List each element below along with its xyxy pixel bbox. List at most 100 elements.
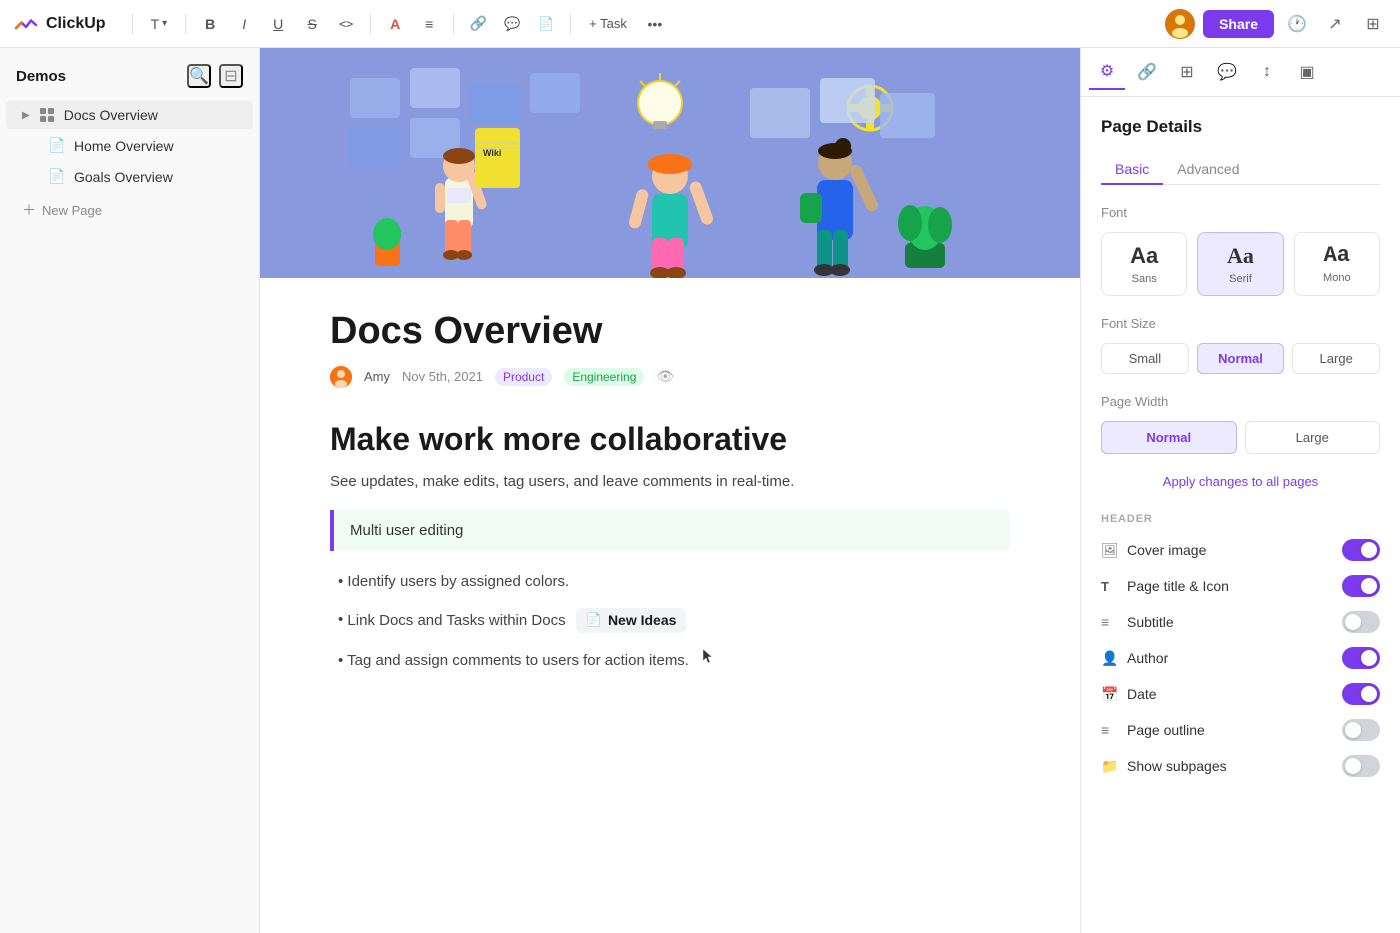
width-large[interactable]: Large xyxy=(1245,421,1381,454)
font-size-options: Small Normal Large xyxy=(1101,343,1380,374)
tab-advanced[interactable]: Advanced xyxy=(1163,155,1253,185)
author-toggle[interactable] xyxy=(1342,647,1380,669)
doc-heading: Make work more collaborative xyxy=(330,420,1010,458)
font-size-label: Font Size xyxy=(1101,316,1380,331)
inline-doc-ref[interactable]: 📄 New Ideas xyxy=(576,608,687,633)
sidebar-item-label-goals-overview: Goals Overview xyxy=(74,169,237,185)
toolbar-right: Share 🕐 ↗ ⊞ xyxy=(1165,9,1388,39)
sidebar: Demos 🔍 ⊟ ▶ Docs Overview 📄 H xyxy=(0,48,260,933)
panel-icon-tabs: ⚙ 🔗 ⊞ 💬 ↕ ▣ xyxy=(1081,48,1400,97)
show-subpages-toggle[interactable] xyxy=(1342,755,1380,777)
align-button[interactable]: ≡ xyxy=(415,10,443,38)
toggle-show-subpages: 📁 Show subpages xyxy=(1101,755,1380,777)
sidebar-collapse-button[interactable]: ⊟ xyxy=(219,64,243,88)
header-section-label: HEADER xyxy=(1101,513,1380,525)
font-mono-aa: Aa xyxy=(1324,243,1350,268)
bullet-item-1: Identify users by assigned colors. xyxy=(330,571,1010,594)
toolbar-divider-2 xyxy=(185,14,186,34)
size-small[interactable]: Small xyxy=(1101,343,1189,374)
history-button[interactable]: 🕐 xyxy=(1282,9,1312,39)
show-subpages-label: Show subpages xyxy=(1127,758,1227,774)
toolbar-divider-4 xyxy=(453,14,454,34)
tag-product[interactable]: Product xyxy=(495,368,552,386)
page-title-label: Page title & Icon xyxy=(1127,578,1229,594)
avatar-image xyxy=(1165,9,1195,39)
strikethrough-button[interactable]: S xyxy=(298,10,326,38)
font-sans-label: Sans xyxy=(1132,273,1157,285)
doc-link-button[interactable]: 📄 xyxy=(532,10,560,38)
docs-overview-icon xyxy=(38,107,56,123)
blockquote: Multi user editing xyxy=(330,510,1010,551)
bold-button[interactable]: B xyxy=(196,10,224,38)
main-area: Demos 🔍 ⊟ ▶ Docs Overview 📄 H xyxy=(0,48,1400,933)
font-sans-aa: Aa xyxy=(1130,243,1158,269)
sidebar-item-label-docs-overview: Docs Overview xyxy=(64,107,237,123)
font-mono-label: Mono xyxy=(1323,272,1351,284)
add-task-button[interactable]: + Task xyxy=(581,10,635,38)
toolbar-divider-5 xyxy=(570,14,571,34)
svg-text:Wiki: Wiki xyxy=(483,148,501,158)
layout-button[interactable]: ⊞ xyxy=(1358,9,1388,39)
doc-ref-icon: 📄 xyxy=(586,610,602,630)
plus-icon: ＋ xyxy=(22,200,36,220)
panel-grid-tab[interactable]: ⊞ xyxy=(1169,54,1205,90)
panel-comment-tab[interactable]: 💬 xyxy=(1209,54,1245,90)
toggle-subtitle: ≡ Subtitle xyxy=(1101,611,1380,633)
toggle-cover-image: 🖼 Cover image xyxy=(1101,539,1380,561)
apply-all-pages-link[interactable]: Apply changes to all pages xyxy=(1101,474,1380,489)
date-toggle[interactable] xyxy=(1342,683,1380,705)
page-outline-toggle[interactable] xyxy=(1342,719,1380,741)
subtitle-toggle[interactable] xyxy=(1342,611,1380,633)
chevron-icon: ▶ xyxy=(22,110,30,121)
cover-image-toggle[interactable] xyxy=(1342,539,1380,561)
italic-button[interactable]: I xyxy=(230,10,258,38)
more-button[interactable]: ••• xyxy=(641,10,669,38)
sidebar-item-docs-overview[interactable]: ▶ Docs Overview xyxy=(6,101,253,129)
panel-title: Page Details xyxy=(1101,117,1380,137)
author-avatar xyxy=(330,366,352,388)
font-serif-aa: Aa xyxy=(1227,243,1254,269)
clickup-logo-icon xyxy=(12,10,40,38)
share-button[interactable]: Share xyxy=(1203,10,1274,38)
font-serif[interactable]: Aa Serif xyxy=(1197,232,1283,296)
cover-image: Wiki xyxy=(260,48,1080,278)
sidebar-search-button[interactable]: 🔍 xyxy=(187,64,211,88)
sidebar-item-label-home-overview: Home Overview xyxy=(74,138,237,154)
add-new-page-button[interactable]: ＋ New Page xyxy=(6,194,253,226)
cursor-icon xyxy=(701,647,715,665)
font-serif-label: Serif xyxy=(1229,273,1252,285)
font-mono[interactable]: Aa Mono xyxy=(1294,232,1380,296)
underline-button[interactable]: U xyxy=(264,10,292,38)
sidebar-item-goals-overview[interactable]: 📄 Goals Overview xyxy=(6,162,253,191)
panel-sort-tab[interactable]: ↕ xyxy=(1249,54,1285,90)
panel-layout-tab[interactable]: ▣ xyxy=(1289,54,1325,90)
sidebar-header-icons: 🔍 ⊟ xyxy=(187,64,243,88)
panel-tabs: Basic Advanced xyxy=(1101,155,1380,185)
page-width-options: Normal Large xyxy=(1101,421,1380,454)
panel-link-tab[interactable]: 🔗 xyxy=(1129,54,1165,90)
font-sans[interactable]: Aa Sans xyxy=(1101,232,1187,296)
color-button[interactable]: A xyxy=(381,10,409,38)
toggle-date: 📅 Date xyxy=(1101,683,1380,705)
inline-doc-ref-label: New Ideas xyxy=(608,610,676,631)
size-large[interactable]: Large xyxy=(1292,343,1380,374)
cover-illustration: Wiki xyxy=(260,48,1080,278)
sidebar-header: Demos 🔍 ⊟ xyxy=(0,60,259,100)
tag-engineering[interactable]: Engineering xyxy=(564,368,644,386)
right-panel: ⚙ 🔗 ⊞ 💬 ↕ ▣ Page Details Basic Advanced … xyxy=(1080,48,1400,933)
panel-settings-tab[interactable]: ⚙ xyxy=(1089,54,1125,90)
width-normal[interactable]: Normal xyxy=(1101,421,1237,454)
tab-basic[interactable]: Basic xyxy=(1101,155,1163,185)
size-normal[interactable]: Normal xyxy=(1197,343,1285,374)
page-title-toggle[interactable] xyxy=(1342,575,1380,597)
text-format-dropdown[interactable]: T ▾ xyxy=(143,10,176,38)
export-button[interactable]: ↗ xyxy=(1320,9,1350,39)
doc-title: Docs Overview xyxy=(330,310,1010,354)
comment-button[interactable]: 💬 xyxy=(498,10,526,38)
doc-meta: Amy Nov 5th, 2021 Product Engineering 👁 xyxy=(330,366,1010,388)
code-button[interactable]: <> xyxy=(332,10,360,38)
home-overview-icon: 📄 xyxy=(48,137,66,154)
sidebar-item-home-overview[interactable]: 📄 Home Overview xyxy=(6,131,253,160)
visibility-icon: 👁 xyxy=(656,368,674,385)
link-button[interactable]: 🔗 xyxy=(464,10,492,38)
